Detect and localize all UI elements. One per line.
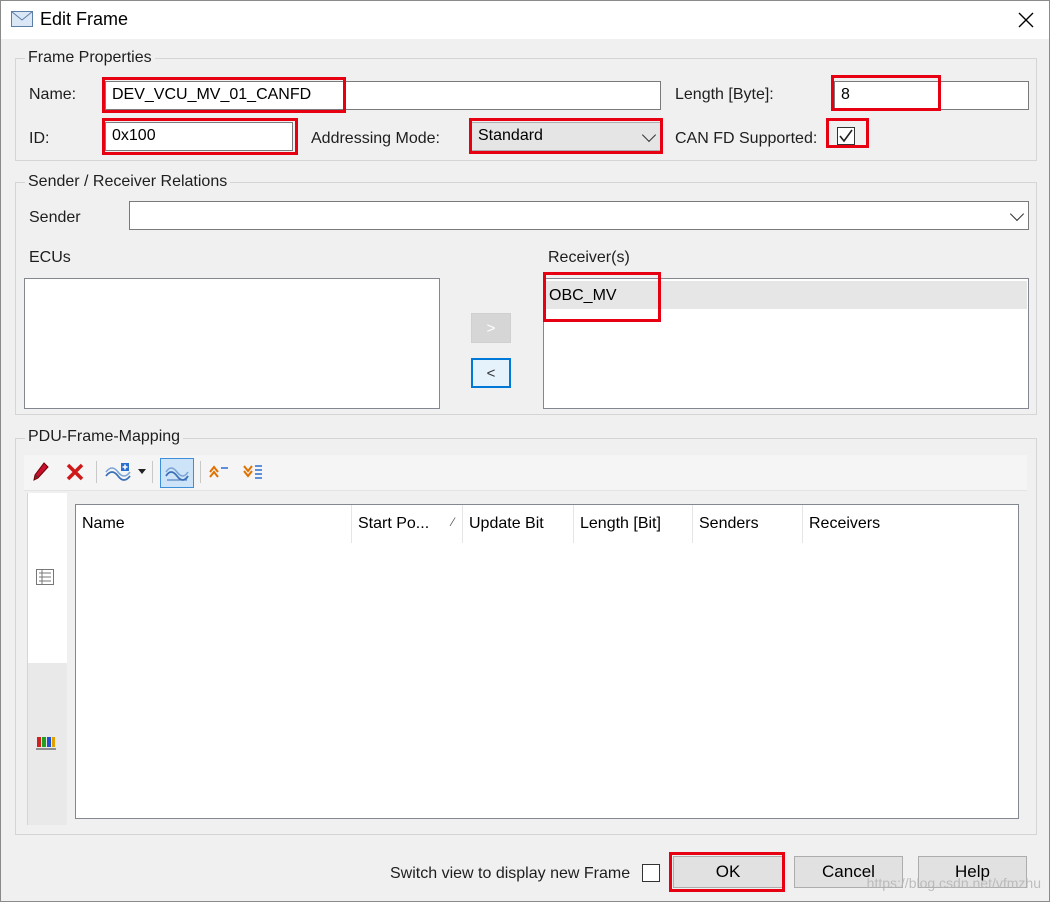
checkmark-icon [839,129,853,143]
canfd-label: CAN FD Supported: [675,130,818,147]
tab-list-view[interactable] [27,493,67,663]
receivers-list[interactable]: OBC_MV [543,278,1029,409]
sort-indicator-icon: ⁄ [451,515,454,529]
envelope-icon [11,11,33,27]
add-pdu-icon[interactable] [104,461,132,483]
title-bar: Edit Frame [1,1,1049,39]
list-item[interactable]: OBC_MV [545,281,1027,309]
delete-icon[interactable] [64,461,86,483]
relations-label: Sender / Receiver Relations [25,173,231,191]
column-receivers[interactable]: Receivers [803,505,1017,543]
edit-frame-dialog: Edit Frame Frame Properties Name: DEV_VC… [0,0,1050,902]
length-label: Length [Byte]: [675,86,774,103]
frame-properties-label: Frame Properties [25,49,155,67]
add-receiver-button[interactable]: > [471,313,511,343]
toolbar-separator [200,461,201,483]
column-start-position[interactable]: Start Po... ⁄ [352,505,463,543]
switch-view-checkbox[interactable] [642,864,660,882]
toolbar-separator [152,461,153,483]
chevron-down-icon [641,127,657,142]
window-title: Edit Frame [40,9,129,29]
view-icon[interactable] [160,458,194,488]
move-down-icon[interactable] [242,461,264,483]
name-input[interactable]: DEV_VCU_MV_01_CANFD [105,81,661,110]
edit-icon[interactable] [30,461,52,483]
toolbar-separator [96,461,97,483]
ecus-label: ECUs [29,249,71,266]
remove-receiver-button[interactable]: < [471,358,511,388]
column-senders[interactable]: Senders [693,505,803,543]
dropdown-icon[interactable] [136,461,148,483]
addressing-mode-select[interactable]: Standard [471,122,661,151]
ok-button[interactable]: OK [673,856,783,888]
close-icon [1018,12,1034,28]
chevron-down-icon [1009,206,1025,221]
addressing-mode-value: Standard [478,127,543,144]
name-label: Name: [29,86,77,103]
pdu-mapping-grid[interactable]: Name Start Po... ⁄ Update Bit Length [Bi… [75,504,1019,819]
mapping-toolbar [24,455,1027,491]
column-name[interactable]: Name [76,505,352,543]
id-label: ID: [29,130,50,147]
list-view-icon [36,569,54,585]
column-update-bit[interactable]: Update Bit [463,505,574,543]
move-up-icon[interactable] [208,461,230,483]
column-length-bit[interactable]: Length [Bit] [574,505,693,543]
sender-label: Sender [29,209,81,226]
receivers-label: Receiver(s) [548,249,630,266]
grid-header: Name Start Po... ⁄ Update Bit Length [Bi… [76,505,1018,543]
id-input[interactable]: 0x100 [105,122,293,151]
close-button[interactable] [1003,1,1049,39]
layout-view-icon [36,737,56,750]
ecus-list[interactable] [24,278,440,409]
canfd-checkbox[interactable] [837,127,855,145]
tab-layout-view[interactable] [27,663,67,825]
addressing-mode-label: Addressing Mode: [311,130,440,147]
switch-view-label: Switch view to display new Frame [390,865,631,882]
sender-select[interactable] [129,201,1029,230]
mapping-label: PDU-Frame-Mapping [25,428,184,446]
watermark: https://blog.csdn.net/vfmzhu [866,875,1041,891]
length-input[interactable]: 8 [834,81,1029,110]
